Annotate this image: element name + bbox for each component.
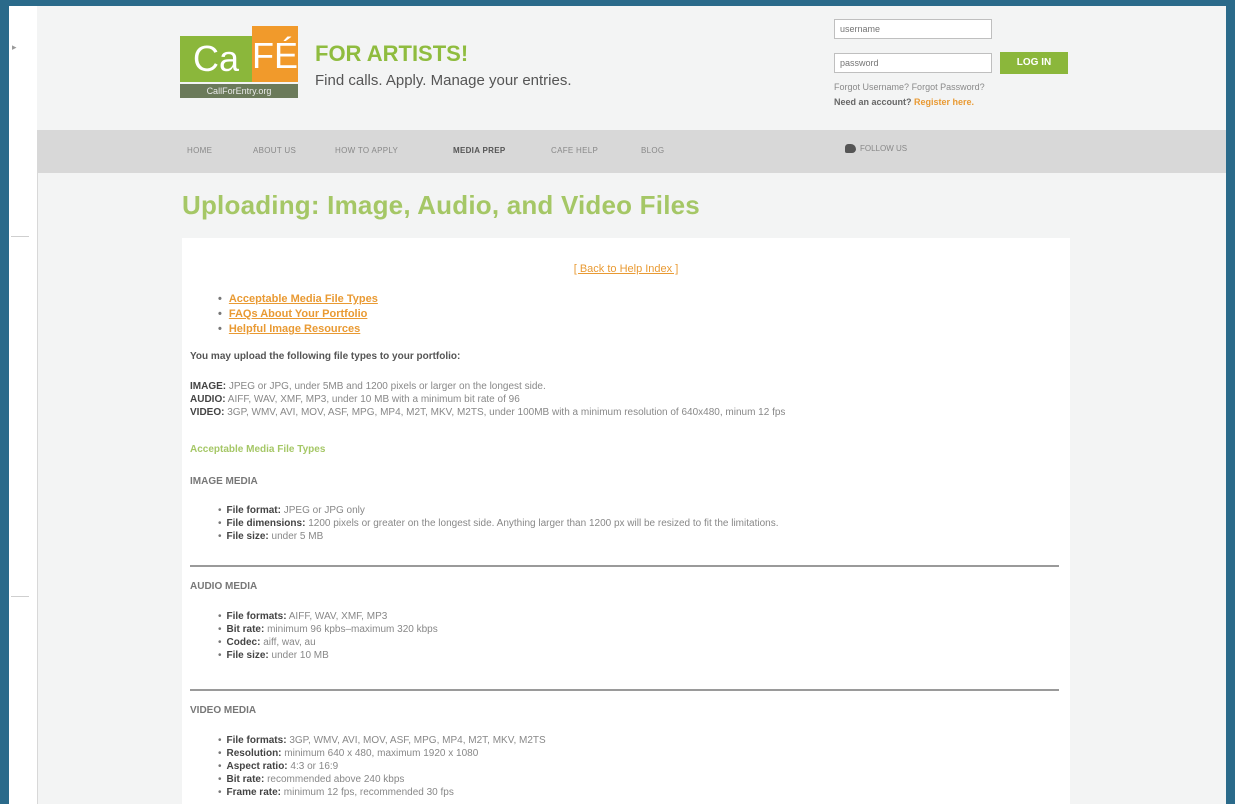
panel-divider [11, 236, 29, 237]
need-account-label: Need an account? [834, 97, 912, 107]
back-to-help-index-link[interactable]: [ Back to Help Index ] [574, 263, 679, 275]
list-item: • Frame rate: minimum 12 fps, recommended… [218, 787, 454, 798]
file-type-summary: IMAGE: JPEG or JPG, under 5MB and 1200 p… [190, 380, 785, 419]
forgot-password-link[interactable]: Forgot Password? [912, 82, 985, 92]
summary-audio: AUDIO: AIFF, WAV, XMF, MP3, under 10 MB … [190, 394, 520, 405]
panel-divider [11, 596, 29, 597]
audio-media-list: • File formats: AIFF, WAV, XMF, MP3 • Bit … [218, 610, 438, 662]
tagline-subtitle: Find calls. Apply. Manage your entries. [315, 72, 572, 89]
list-item: • Resolution: minimum 640 x 480, maximum … [218, 748, 479, 759]
username-input[interactable] [834, 19, 992, 39]
list-item: • File size: under 5 MB [218, 531, 324, 542]
toc-list: • Acceptable Media File Types • FAQs About… [218, 292, 378, 337]
list-item: • File size: under 10 MB [218, 650, 329, 661]
logo-ca: Ca [180, 36, 252, 82]
list-item: • File format: JPEG or JPG only [218, 505, 365, 516]
image-media-title: IMAGE MEDIA [190, 476, 258, 487]
toc-link-image-resources[interactable]: Helpful Image Resources [229, 323, 360, 335]
list-item: • File formats: AIFF, WAV, XMF, MP3 [218, 611, 388, 622]
nav-item-about-us[interactable]: ABOUT US [253, 146, 296, 155]
nav-item-blog[interactable]: BLOG [641, 146, 664, 155]
password-input[interactable] [834, 53, 992, 73]
toc-link-media-types[interactable]: Acceptable Media File Types [229, 293, 378, 305]
tagline-title: FOR ARTISTS! [315, 41, 469, 66]
toc-item: • FAQs About Your Portfolio [218, 308, 368, 320]
divider [190, 689, 1059, 691]
toc-item: • Acceptable Media File Types [218, 293, 378, 305]
toc-item: • Helpful Image Resources [218, 323, 361, 335]
toc-link-faqs[interactable]: FAQs About Your Portfolio [229, 308, 368, 320]
nav-item-home[interactable]: HOME [187, 146, 212, 155]
image-media-list: • File format: JPEG or JPG only • File dim… [218, 504, 778, 543]
lead-text: You may upload the following file types … [190, 351, 461, 362]
site-header: Ca FÉ CallForEntry.org FOR ARTISTS! Find… [37, 6, 1226, 130]
forgot-links: Forgot Username? Forgot Password? [834, 82, 985, 92]
video-media-title: VIDEO MEDIA [190, 705, 257, 716]
page-title: Uploading: Image, Audio, and Video Files [182, 190, 700, 220]
twitter-icon [845, 144, 856, 154]
follow-us-label: FOLLOW US [860, 144, 908, 153]
video-media-list: • File formats: 3GP, WMV, AVI, MOV, ASF, … [218, 734, 546, 799]
list-item: • Bit rate: minimum 96 kpbs–maximum 320 k… [218, 624, 438, 635]
content-panel: [ Back to Help Index ] • Acceptable Media… [182, 238, 1070, 804]
nav-item-how-to-apply[interactable]: HOW TO APPLY [335, 146, 398, 155]
divider [190, 565, 1059, 567]
summary-video: VIDEO: 3GP, WMV, AVI, MOV, ASF, MPG, MP4… [190, 407, 786, 418]
summary-image: IMAGE: JPEG or JPG, under 5MB and 1200 p… [190, 381, 546, 392]
list-item: • File formats: 3GP, WMV, AVI, MOV, ASF, … [218, 735, 546, 746]
follow-us-link[interactable]: FOLLOW US [845, 144, 908, 154]
register-link[interactable]: Register here. [914, 97, 974, 107]
logo-subtitle: CallForEntry.org [180, 84, 298, 98]
list-item: • Codec: aiff, wav, au [218, 637, 316, 648]
section-heading: Acceptable Media File Types [190, 444, 326, 455]
nav-item-media-prep[interactable]: MEDIA PREP [453, 146, 506, 155]
back-to-help-index: [ Back to Help Index ] [182, 263, 1070, 275]
main-nav: HOME ABOUT US HOW TO APPLY MEDIA PREP CA… [37, 130, 1226, 173]
browser-viewport: ▸ Ca FÉ CallForEntry.org FOR ARTISTS! Fi… [9, 6, 1226, 804]
list-item: • Bit rate: recommended above 240 kbps [218, 774, 405, 785]
list-item: • File dimensions: 1200 pixels or greater… [218, 518, 779, 529]
list-item: • Aspect ratio: 4:3 or 16:9 [218, 761, 339, 772]
audio-media-title: AUDIO MEDIA [190, 581, 258, 592]
register-row: Need an account? Register here. [834, 97, 974, 107]
cafe-logo[interactable]: Ca FÉ CallForEntry.org [180, 26, 302, 102]
nav-item-cafe-help[interactable]: CAFE HELP [551, 146, 598, 155]
login-button[interactable]: LOG IN [1000, 52, 1068, 74]
logo-fe: FÉ [252, 26, 298, 82]
forgot-username-link[interactable]: Forgot Username? [834, 82, 909, 92]
left-side-panel: ▸ [9, 6, 38, 804]
collapse-arrow-icon[interactable]: ▸ [12, 42, 17, 53]
